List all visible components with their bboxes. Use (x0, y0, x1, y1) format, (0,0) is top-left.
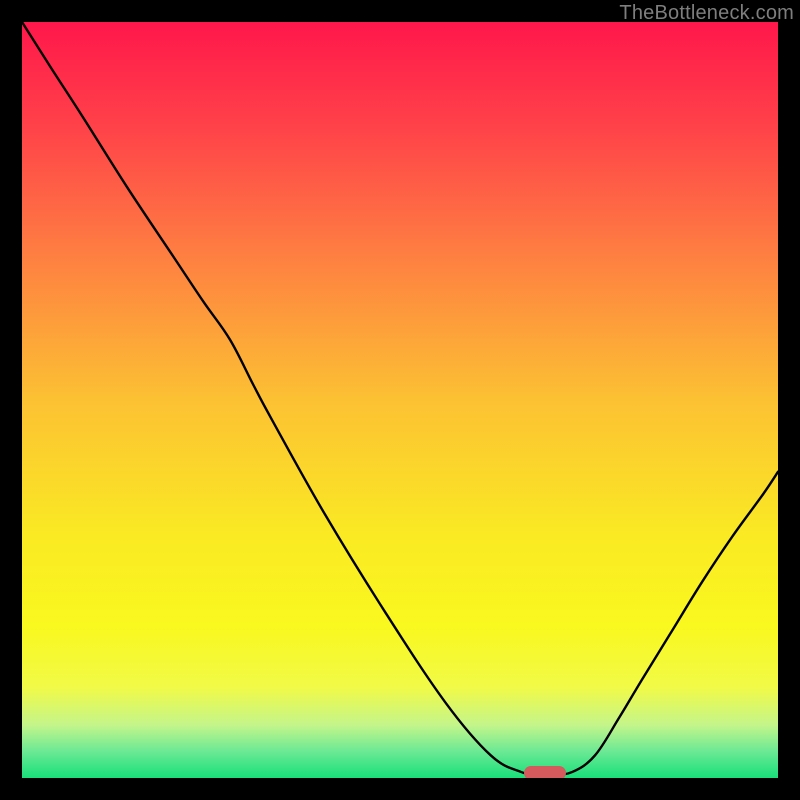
plot-area (22, 22, 778, 778)
bottleneck-curve (22, 22, 778, 778)
optimal-range-marker (524, 766, 566, 778)
chart-canvas: TheBottleneck.com (0, 0, 800, 800)
watermark-text: TheBottleneck.com (619, 2, 794, 25)
